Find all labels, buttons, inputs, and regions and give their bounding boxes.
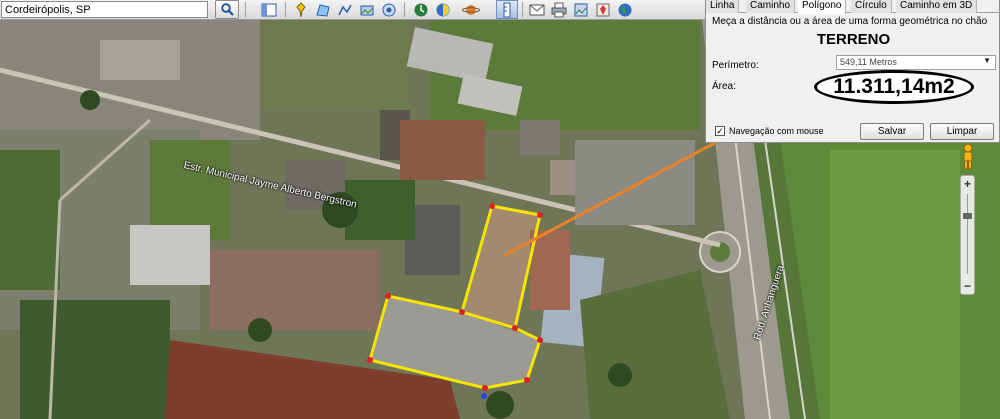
zoom-in-icon[interactable]: + — [961, 178, 974, 191]
sidebar-icon — [261, 3, 277, 16]
planets-button[interactable] — [460, 0, 482, 19]
pegman-icon[interactable] — [960, 143, 976, 171]
earth-icon — [618, 3, 632, 16]
path-icon — [338, 4, 352, 15]
navigation-controls: + − — [957, 143, 979, 298]
area-value: 11.311,14m2 — [833, 75, 955, 98]
ruler-icon — [503, 2, 511, 17]
zoom-track — [967, 194, 968, 274]
historical-imagery-icon — [414, 3, 428, 16]
zoom-thumb[interactable] — [963, 213, 972, 220]
overlay-icon — [360, 5, 374, 15]
sidebar-button[interactable] — [258, 0, 280, 19]
print-button[interactable] — [548, 0, 570, 19]
search-input[interactable] — [1, 1, 208, 18]
perimeter-unit-select[interactable]: 549,11 Metros ▼ — [836, 55, 996, 70]
tab-polygon[interactable]: Polígono — [798, 0, 847, 14]
email-icon — [529, 4, 545, 15]
ruler-dialog: Linha Caminho Polígono Círculo Caminho e… — [705, 0, 1000, 143]
print-icon — [551, 2, 567, 17]
maps-icon — [596, 3, 610, 16]
tour-icon — [382, 3, 396, 16]
zoom-slider[interactable]: + − — [960, 175, 975, 295]
tab-3d-path[interactable]: Caminho em 3D — [896, 0, 978, 13]
search-icon — [220, 3, 234, 16]
perimeter-value: 549,11 Metros — [840, 57, 897, 67]
maps-button[interactable] — [592, 0, 614, 19]
main-toolbar — [0, 0, 705, 20]
mouse-navigation-option: ✓ Navegação com mouse — [715, 126, 824, 136]
tab-line[interactable]: Linha — [706, 0, 740, 13]
planets-icon — [462, 4, 480, 15]
sunlight-button[interactable] — [432, 0, 454, 19]
placemark-button[interactable] — [290, 0, 312, 19]
tab-circle[interactable]: Círculo — [851, 0, 892, 13]
earth-button[interactable] — [614, 0, 636, 19]
overlay-button[interactable] — [356, 0, 378, 19]
chevron-down-icon: ▼ — [983, 56, 991, 65]
clear-button[interactable]: Limpar — [930, 123, 994, 140]
tab-path[interactable]: Caminho — [746, 0, 796, 13]
polygon-icon — [316, 3, 330, 17]
perimeter-label: Perímetro: — [712, 60, 759, 71]
save-image-icon — [574, 3, 588, 16]
zoom-out-icon[interactable]: − — [961, 280, 974, 293]
tour-button[interactable] — [378, 0, 400, 19]
sunlight-icon — [436, 3, 450, 16]
email-button[interactable] — [526, 0, 548, 19]
ruler-tabs: Linha Caminho Polígono Círculo Caminho e… — [706, 0, 1000, 14]
polygon-button[interactable] — [312, 0, 334, 19]
area-label: Área: — [712, 81, 736, 92]
mouse-navigation-checkbox[interactable]: ✓ — [715, 126, 725, 136]
placemark-icon — [296, 1, 306, 17]
save-button[interactable]: Salvar — [860, 123, 924, 140]
historical-imagery-button[interactable] — [410, 0, 432, 19]
google-earth-window: Estr. Municipal Jayme Alberto Bergstron … — [0, 0, 1000, 419]
save-image-button[interactable] — [570, 0, 592, 19]
mouse-navigation-label: Navegação com mouse — [729, 126, 824, 136]
shape-title: TERRENO — [816, 31, 891, 48]
path-button[interactable] — [334, 0, 356, 19]
ruler-button[interactable] — [496, 0, 518, 19]
ruler-instruction: Meça a distância ou a área de uma forma … — [712, 16, 988, 27]
search-button[interactable] — [215, 0, 239, 19]
area-value-highlight: 11.311,14m2 — [814, 70, 974, 104]
